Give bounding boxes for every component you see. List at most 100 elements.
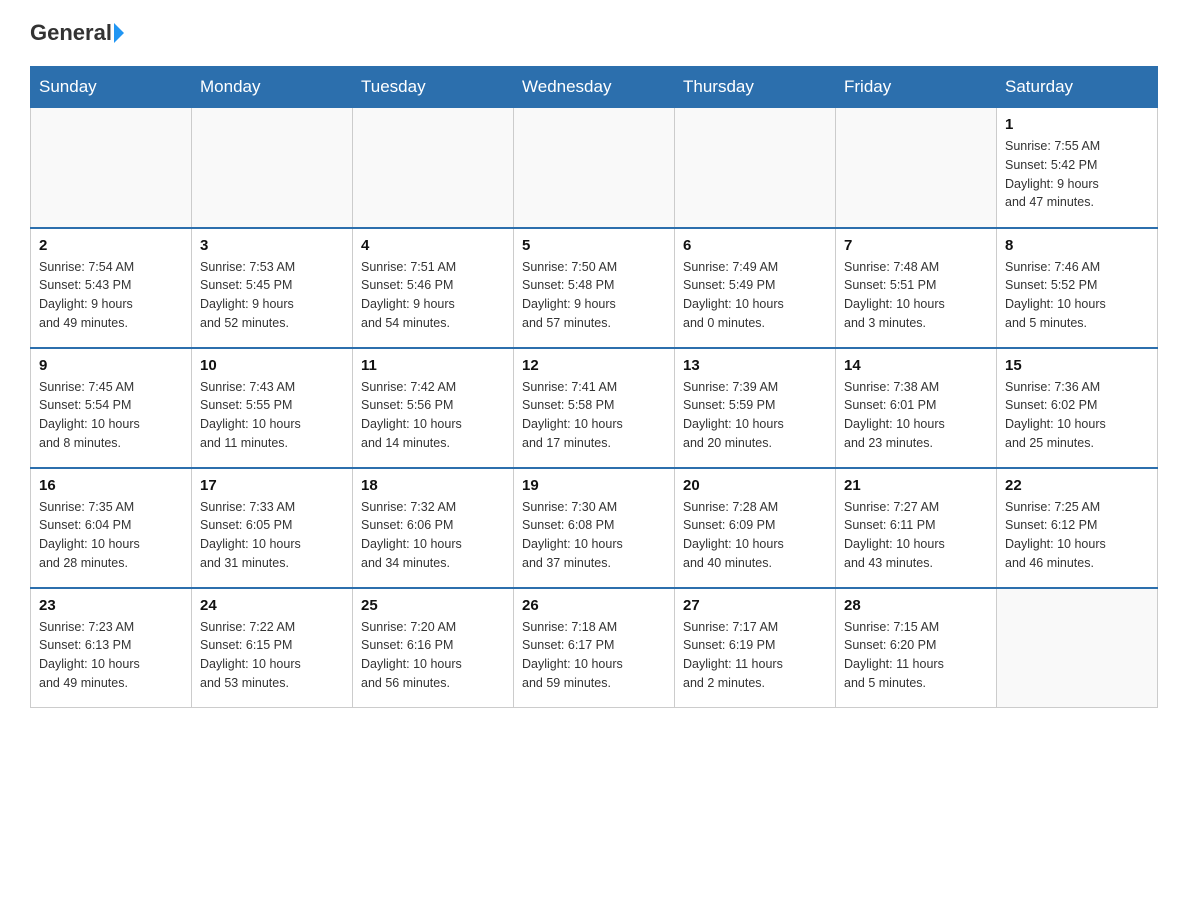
calendar-header-row: SundayMondayTuesdayWednesdayThursdayFrid…: [31, 67, 1158, 108]
calendar-day-cell: 13 Sunrise: 7:39 AMSunset: 5:59 PMDayligh…: [675, 348, 836, 468]
day-info: Sunrise: 7:39 AMSunset: 5:59 PMDaylight:…: [683, 378, 827, 453]
calendar-day-cell: [997, 588, 1158, 708]
calendar-day-cell: 9 Sunrise: 7:45 AMSunset: 5:54 PMDaylight…: [31, 348, 192, 468]
logo-general: General: [30, 20, 112, 46]
page-header: General: [30, 20, 1158, 46]
calendar-day-cell: [514, 108, 675, 228]
day-number: 2: [39, 237, 183, 254]
calendar-table: SundayMondayTuesdayWednesdayThursdayFrid…: [30, 66, 1158, 708]
calendar-week-row: 1 Sunrise: 7:55 AMSunset: 5:42 PMDaylight…: [31, 108, 1158, 228]
day-info: Sunrise: 7:54 AMSunset: 5:43 PMDaylight:…: [39, 258, 183, 333]
calendar-day-cell: [675, 108, 836, 228]
calendar-day-cell: 3 Sunrise: 7:53 AMSunset: 5:45 PMDaylight…: [192, 228, 353, 348]
day-number: 13: [683, 357, 827, 374]
day-info: Sunrise: 7:45 AMSunset: 5:54 PMDaylight:…: [39, 378, 183, 453]
day-number: 17: [200, 477, 344, 494]
day-number: 7: [844, 237, 988, 254]
day-info: Sunrise: 7:17 AMSunset: 6:19 PMDaylight:…: [683, 618, 827, 693]
calendar-day-cell: [836, 108, 997, 228]
day-number: 8: [1005, 237, 1149, 254]
day-of-week-header: Tuesday: [353, 67, 514, 108]
day-of-week-header: Wednesday: [514, 67, 675, 108]
day-info: Sunrise: 7:20 AMSunset: 6:16 PMDaylight:…: [361, 618, 505, 693]
day-number: 9: [39, 357, 183, 374]
day-number: 1: [1005, 116, 1149, 133]
day-info: Sunrise: 7:28 AMSunset: 6:09 PMDaylight:…: [683, 498, 827, 573]
calendar-day-cell: 25 Sunrise: 7:20 AMSunset: 6:16 PMDayligh…: [353, 588, 514, 708]
day-info: Sunrise: 7:38 AMSunset: 6:01 PMDaylight:…: [844, 378, 988, 453]
day-of-week-header: Monday: [192, 67, 353, 108]
day-info: Sunrise: 7:43 AMSunset: 5:55 PMDaylight:…: [200, 378, 344, 453]
day-info: Sunrise: 7:15 AMSunset: 6:20 PMDaylight:…: [844, 618, 988, 693]
calendar-day-cell: 8 Sunrise: 7:46 AMSunset: 5:52 PMDaylight…: [997, 228, 1158, 348]
calendar-day-cell: 19 Sunrise: 7:30 AMSunset: 6:08 PMDayligh…: [514, 468, 675, 588]
day-number: 26: [522, 597, 666, 614]
calendar-day-cell: [192, 108, 353, 228]
calendar-day-cell: 1 Sunrise: 7:55 AMSunset: 5:42 PMDaylight…: [997, 108, 1158, 228]
day-number: 20: [683, 477, 827, 494]
day-number: 22: [1005, 477, 1149, 494]
calendar-day-cell: 20 Sunrise: 7:28 AMSunset: 6:09 PMDayligh…: [675, 468, 836, 588]
day-info: Sunrise: 7:51 AMSunset: 5:46 PMDaylight:…: [361, 258, 505, 333]
calendar-day-cell: [353, 108, 514, 228]
day-number: 28: [844, 597, 988, 614]
day-of-week-header: Saturday: [997, 67, 1158, 108]
day-info: Sunrise: 7:50 AMSunset: 5:48 PMDaylight:…: [522, 258, 666, 333]
day-info: Sunrise: 7:42 AMSunset: 5:56 PMDaylight:…: [361, 378, 505, 453]
day-number: 21: [844, 477, 988, 494]
day-number: 23: [39, 597, 183, 614]
calendar-day-cell: 4 Sunrise: 7:51 AMSunset: 5:46 PMDaylight…: [353, 228, 514, 348]
day-info: Sunrise: 7:32 AMSunset: 6:06 PMDaylight:…: [361, 498, 505, 573]
day-info: Sunrise: 7:23 AMSunset: 6:13 PMDaylight:…: [39, 618, 183, 693]
calendar-day-cell: 11Sunrise: 7:42 AMSunset: 5:56 PMDayligh…: [353, 348, 514, 468]
calendar-week-row: 2 Sunrise: 7:54 AMSunset: 5:43 PMDaylight…: [31, 228, 1158, 348]
day-info: Sunrise: 7:46 AMSunset: 5:52 PMDaylight:…: [1005, 258, 1149, 333]
calendar-day-cell: 17 Sunrise: 7:33 AMSunset: 6:05 PMDayligh…: [192, 468, 353, 588]
day-info: Sunrise: 7:33 AMSunset: 6:05 PMDaylight:…: [200, 498, 344, 573]
calendar-day-cell: 21 Sunrise: 7:27 AMSunset: 6:11 PMDayligh…: [836, 468, 997, 588]
day-info: Sunrise: 7:35 AMSunset: 6:04 PMDaylight:…: [39, 498, 183, 573]
day-info: Sunrise: 7:27 AMSunset: 6:11 PMDaylight:…: [844, 498, 988, 573]
day-number: 14: [844, 357, 988, 374]
calendar-day-cell: 10 Sunrise: 7:43 AMSunset: 5:55 PMDayligh…: [192, 348, 353, 468]
day-number: 5: [522, 237, 666, 254]
day-number: 25: [361, 597, 505, 614]
day-number: 10: [200, 357, 344, 374]
calendar-day-cell: 26 Sunrise: 7:18 AMSunset: 6:17 PMDayligh…: [514, 588, 675, 708]
calendar-day-cell: 22 Sunrise: 7:25 AMSunset: 6:12 PMDayligh…: [997, 468, 1158, 588]
calendar-day-cell: 5 Sunrise: 7:50 AMSunset: 5:48 PMDaylight…: [514, 228, 675, 348]
day-number: 18: [361, 477, 505, 494]
day-of-week-header: Thursday: [675, 67, 836, 108]
calendar-day-cell: 12Sunrise: 7:41 AMSunset: 5:58 PMDayligh…: [514, 348, 675, 468]
day-number: 15: [1005, 357, 1149, 374]
day-info: Sunrise: 7:25 AMSunset: 6:12 PMDaylight:…: [1005, 498, 1149, 573]
day-number: 19: [522, 477, 666, 494]
calendar-day-cell: 14 Sunrise: 7:38 AMSunset: 6:01 PMDayligh…: [836, 348, 997, 468]
calendar-week-row: 16Sunrise: 7:35 AMSunset: 6:04 PMDayligh…: [31, 468, 1158, 588]
calendar-day-cell: [31, 108, 192, 228]
calendar-day-cell: 7 Sunrise: 7:48 AMSunset: 5:51 PMDaylight…: [836, 228, 997, 348]
day-info: Sunrise: 7:53 AMSunset: 5:45 PMDaylight:…: [200, 258, 344, 333]
calendar-day-cell: 2 Sunrise: 7:54 AMSunset: 5:43 PMDaylight…: [31, 228, 192, 348]
day-info: Sunrise: 7:22 AMSunset: 6:15 PMDaylight:…: [200, 618, 344, 693]
logo: General: [30, 20, 124, 46]
day-info: Sunrise: 7:30 AMSunset: 6:08 PMDaylight:…: [522, 498, 666, 573]
day-info: Sunrise: 7:36 AMSunset: 6:02 PMDaylight:…: [1005, 378, 1149, 453]
day-number: 4: [361, 237, 505, 254]
day-number: 24: [200, 597, 344, 614]
day-info: Sunrise: 7:48 AMSunset: 5:51 PMDaylight:…: [844, 258, 988, 333]
calendar-week-row: 23 Sunrise: 7:23 AMSunset: 6:13 PMDayligh…: [31, 588, 1158, 708]
calendar-day-cell: 24 Sunrise: 7:22 AMSunset: 6:15 PMDayligh…: [192, 588, 353, 708]
day-number: 12: [522, 357, 666, 374]
calendar-day-cell: 6 Sunrise: 7:49 AMSunset: 5:49 PMDaylight…: [675, 228, 836, 348]
day-info: Sunrise: 7:49 AMSunset: 5:49 PMDaylight:…: [683, 258, 827, 333]
calendar-day-cell: 27 Sunrise: 7:17 AMSunset: 6:19 PMDayligh…: [675, 588, 836, 708]
calendar-day-cell: 18 Sunrise: 7:32 AMSunset: 6:06 PMDayligh…: [353, 468, 514, 588]
calendar-day-cell: 15 Sunrise: 7:36 AMSunset: 6:02 PMDayligh…: [997, 348, 1158, 468]
day-number: 27: [683, 597, 827, 614]
logo-arrow-icon: [114, 23, 124, 43]
day-info: Sunrise: 7:18 AMSunset: 6:17 PMDaylight:…: [522, 618, 666, 693]
day-info: Sunrise: 7:55 AMSunset: 5:42 PMDaylight:…: [1005, 137, 1149, 212]
day-number: 3: [200, 237, 344, 254]
day-number: 6: [683, 237, 827, 254]
